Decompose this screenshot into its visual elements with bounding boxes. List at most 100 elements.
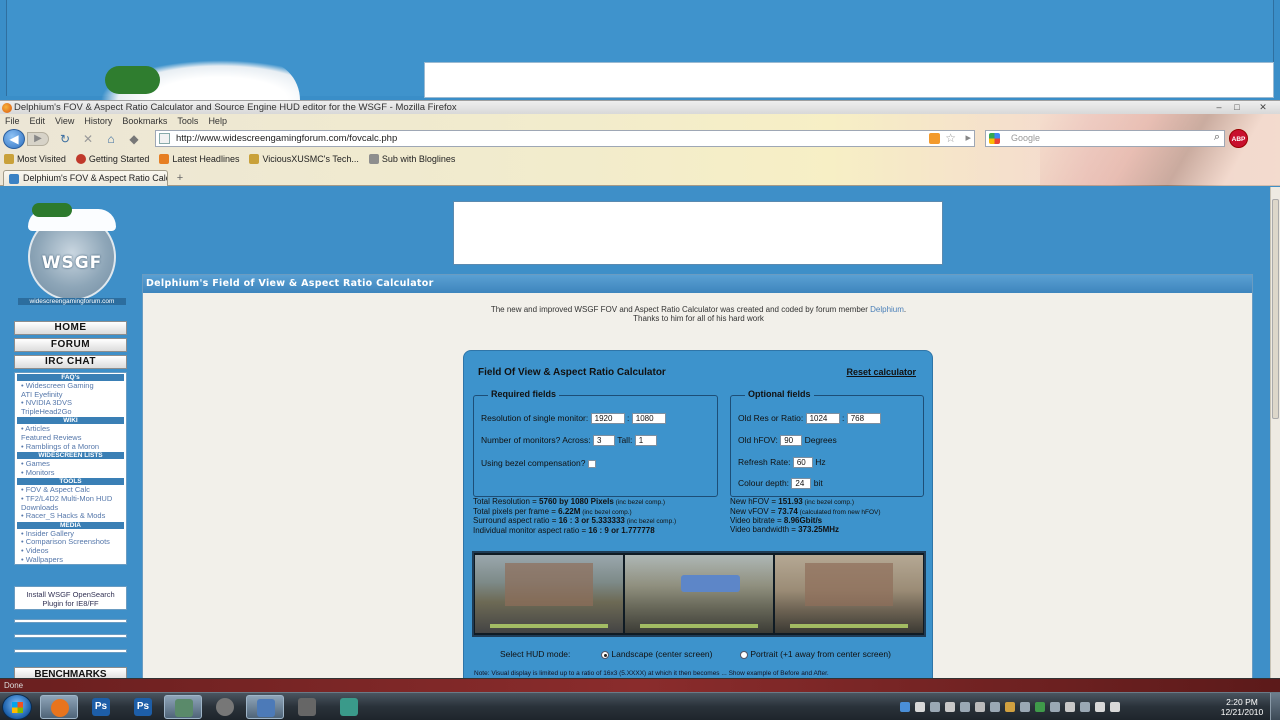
nav-item[interactable]: • FOV & Aspect Calc	[15, 486, 126, 495]
colour-depth-input[interactable]: 24	[791, 478, 812, 490]
home-button[interactable]: HOME	[14, 321, 127, 335]
bookmark-getting-started[interactable]: Getting Started	[72, 152, 156, 166]
monitors-tall-input[interactable]: 1	[634, 435, 657, 447]
tray-icon[interactable]	[1005, 702, 1015, 712]
nav-item[interactable]: • Ramblings of a Moron	[15, 443, 126, 452]
forum-button[interactable]: FORUM	[14, 338, 127, 352]
taskbar-clock[interactable]: 2:20 PM 12/21/2010	[1218, 697, 1266, 717]
star-icon[interactable]: ☆	[945, 131, 956, 145]
scrollbar-thumb[interactable]	[1272, 199, 1279, 419]
back-icon[interactable]: ◀	[3, 129, 25, 149]
taskbar-app-7[interactable]	[288, 695, 326, 719]
monitors-across-input[interactable]: 3	[592, 435, 615, 447]
nav-item[interactable]: • Articles	[15, 425, 126, 434]
nav-item[interactable]: • Wallpapers	[15, 556, 126, 565]
menu-history[interactable]: History	[79, 116, 117, 128]
nav-item[interactable]: • Comparison Screenshots	[15, 538, 126, 547]
old-res-width-input[interactable]: 1024	[805, 413, 840, 425]
menu-file[interactable]: File	[0, 116, 25, 128]
nav-item[interactable]: • Videos	[15, 547, 126, 556]
resolution-width-input[interactable]: 1920	[590, 413, 625, 425]
tray-icon[interactable]	[1050, 702, 1060, 712]
nav-item[interactable]: Downloads	[15, 504, 126, 513]
tray-icon[interactable]	[1035, 702, 1045, 712]
adblock-icon[interactable]: ABP	[1229, 129, 1248, 148]
reload-icon[interactable]: ↻	[57, 131, 73, 147]
old-hfov-input[interactable]: 90	[780, 435, 803, 447]
bookmark-most-visited[interactable]: Most Visited	[0, 152, 72, 166]
tray-icon[interactable]	[900, 702, 910, 712]
portrait-radio[interactable]	[740, 650, 748, 659]
start-button[interactable]	[2, 694, 32, 720]
refresh-rate-input[interactable]: 60	[792, 457, 813, 469]
close-button[interactable]: ✕	[1256, 102, 1270, 113]
forward-icon[interactable]: ▶	[27, 132, 49, 146]
old-res-height-input[interactable]: 768	[846, 413, 881, 425]
minimize-button[interactable]: –	[1212, 102, 1226, 113]
tray-icon[interactable]	[945, 702, 955, 712]
bookmark-bloglines[interactable]: Sub with Bloglines	[365, 152, 462, 166]
nav-item[interactable]: • Games	[15, 460, 126, 469]
nav-item[interactable]: TripleHead2Go	[15, 408, 126, 417]
search-icon[interactable]: ⌕	[1214, 131, 1220, 144]
tray-icon[interactable]	[915, 702, 925, 712]
advertisement-banner[interactable]	[453, 201, 943, 265]
window-titlebar[interactable]: Delphium's FOV & Aspect Ratio Calculator…	[0, 100, 1280, 114]
landscape-option[interactable]: Landscape (center screen)	[601, 649, 713, 659]
taskbar-app-8[interactable]	[330, 695, 368, 719]
nav-item[interactable]: • Widescreen Gaming	[15, 382, 126, 391]
reset-calculator-link[interactable]: Reset calculator	[846, 367, 916, 377]
nav-item[interactable]: • Monitors	[15, 469, 126, 478]
url-bar[interactable]: http://www.widescreengamingforum.com/fov…	[155, 130, 975, 147]
tray-icon[interactable]	[930, 702, 940, 712]
nav-item[interactable]: • Racer_S Hacks & Mods	[15, 512, 126, 521]
stop-icon[interactable]: ✕	[80, 131, 96, 147]
irc-chat-button[interactable]: IRC CHAT	[14, 355, 127, 369]
taskbar-app-4[interactable]	[164, 695, 202, 719]
network-icon[interactable]	[1095, 702, 1105, 712]
menu-help[interactable]: Help	[203, 116, 232, 128]
google-icon[interactable]	[989, 133, 1000, 144]
taskbar-photoshop-1[interactable]: Ps	[82, 695, 120, 719]
menu-edit[interactable]: Edit	[25, 116, 51, 128]
delphium-link[interactable]: Delphium	[870, 305, 904, 314]
search-bar[interactable]: Google ⌕	[985, 130, 1225, 147]
nav-item[interactable]: Featured Reviews	[15, 434, 126, 443]
rss-icon[interactable]	[929, 133, 940, 144]
menu-bookmarks[interactable]: Bookmarks	[117, 116, 172, 128]
maximize-button[interactable]: □	[1230, 102, 1244, 113]
bookmark-tech[interactable]: ViciousXUSMC's Tech...	[245, 152, 364, 166]
taskbar-firefox[interactable]	[40, 695, 78, 719]
portrait-option[interactable]: Portrait (+1 away from center screen)	[740, 649, 891, 659]
taskbar-app-6[interactable]	[246, 695, 284, 719]
menu-tools[interactable]: Tools	[172, 116, 203, 128]
benchmarks-button[interactable]: BENCHMARKS	[14, 667, 127, 678]
tray-icon[interactable]	[990, 702, 1000, 712]
nav-item[interactable]: • Insider Gallery	[15, 530, 126, 539]
nav-item[interactable]: ATI Eyefinity	[15, 391, 126, 400]
page-scrollbar[interactable]	[1270, 187, 1280, 678]
bezel-checkbox[interactable]	[587, 459, 596, 468]
tray-icon[interactable]	[960, 702, 970, 712]
landscape-radio[interactable]	[601, 650, 609, 659]
show-desktop-button[interactable]	[1270, 693, 1280, 720]
tab-fov-calculator[interactable]: Delphium's FOV & Aspect Ratio Calcu...	[3, 170, 168, 186]
tray-icon[interactable]	[975, 702, 985, 712]
opensearch-plugin-link[interactable]: Install WSGF OpenSearch Plugin for IE8/F…	[14, 586, 127, 610]
taskbar-app-5[interactable]	[206, 695, 244, 719]
site-logo[interactable]: WSGF widescreengamingforum.com	[18, 199, 126, 311]
nav-item[interactable]: • NVIDIA 3DVS	[15, 399, 126, 408]
bookmark-latest-headlines[interactable]: Latest Headlines	[155, 152, 245, 166]
new-tab-button[interactable]: +	[172, 171, 188, 185]
tray-icon[interactable]	[1020, 702, 1030, 712]
tray-icon[interactable]	[1080, 702, 1090, 712]
go-arrow-icon[interactable]: ▸	[965, 131, 971, 144]
resolution-height-input[interactable]: 1080	[631, 413, 666, 425]
taskbar-photoshop-2[interactable]: Ps	[124, 695, 162, 719]
home-icon[interactable]: ⌂	[103, 131, 119, 147]
nav-item[interactable]: • TF2/L4D2 Multi-Mon HUD	[15, 495, 126, 504]
menu-view[interactable]: View	[50, 116, 79, 128]
tray-icon[interactable]	[1065, 702, 1075, 712]
bookmark-tool-icon[interactable]: ◆	[126, 131, 142, 147]
volume-icon[interactable]	[1110, 702, 1120, 712]
